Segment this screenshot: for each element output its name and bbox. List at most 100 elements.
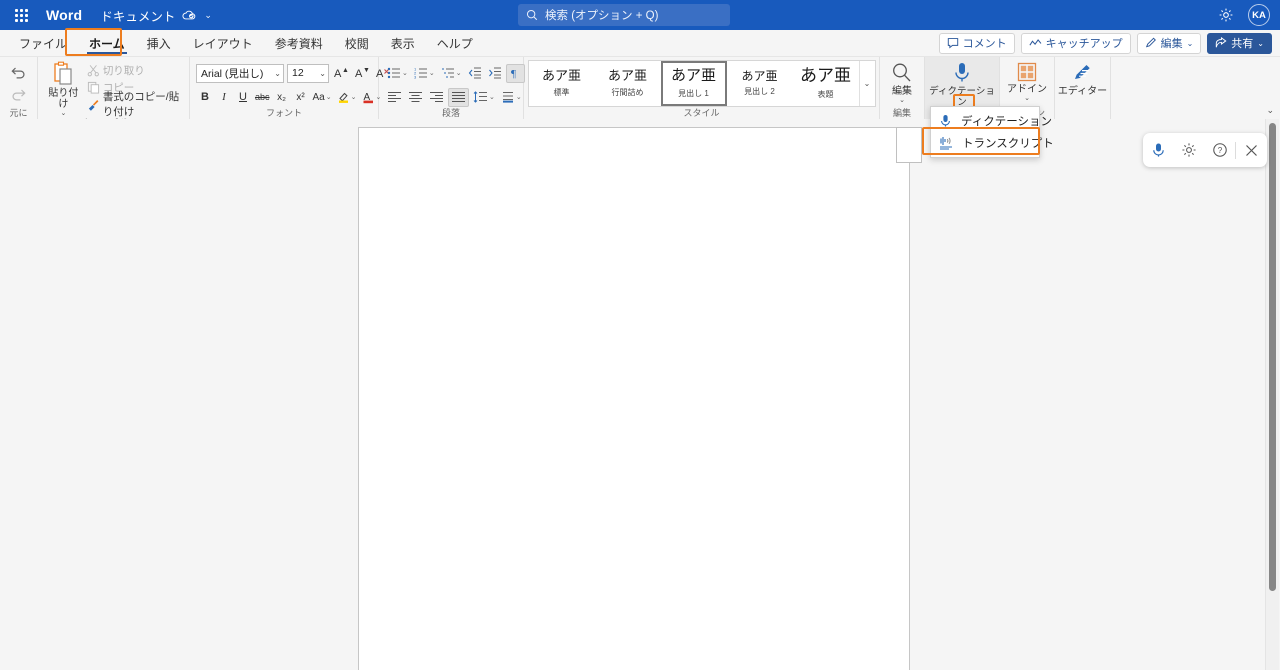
cut-label: 切り取り [102, 64, 145, 77]
paragraph-row-2: ⌄ ⌄ [385, 87, 544, 107]
shading-button[interactable]: ⌄ [499, 88, 524, 107]
tab-label: 校閲 [344, 36, 369, 51]
align-right-button[interactable] [427, 88, 446, 107]
chevron-down-icon[interactable]: ⌄ [60, 110, 66, 117]
multilevel-list-button[interactable]: ⌄ [439, 64, 464, 83]
underline-button[interactable]: U [234, 88, 252, 107]
style-item-heading-1[interactable]: あア亜 見出し 1 [660, 61, 727, 106]
italic-button[interactable]: I [215, 88, 233, 107]
tab-file[interactable]: ファイル [8, 30, 78, 56]
titlebar-right-controls: KA [1218, 0, 1270, 30]
styles-more-chevron-icon[interactable]: ⌄ [858, 61, 875, 106]
font-name-combo[interactable]: Arial (見出し) ⌄ [196, 63, 284, 83]
format-painter-button[interactable]: 書式のコピー/貼り付け [87, 91, 183, 118]
search-box[interactable]: 検索 (オプション + Q) [518, 4, 730, 26]
tab-home[interactable]: ホーム [78, 30, 136, 56]
app-launcher-icon[interactable] [10, 4, 32, 26]
ribbon-group-font: Arial (見出し) ⌄ 12 ⌄ A ▲ A ▼ A B I U abc x₂ … [190, 57, 389, 119]
microphone-icon[interactable] [1143, 133, 1174, 167]
shrink-font-button[interactable]: A ▼ [353, 64, 371, 83]
chevron-down-icon: ⌄ [350, 94, 357, 101]
clipboard-small-commands: 切り取り コピー 書式のコピー/貼り付け [87, 59, 183, 118]
font-name-value: Arial (見出し) [201, 67, 264, 80]
style-item-no-spacing[interactable]: あア亜 行間詰め [595, 61, 661, 106]
document-title-chevron-icon[interactable]: ⌄ [204, 10, 212, 21]
grow-font-button[interactable]: A ▲ [332, 64, 350, 83]
tab-help[interactable]: ヘルプ [426, 30, 484, 56]
menu-item-dictation[interactable]: ディクテーション [931, 110, 1052, 132]
style-item-title[interactable]: あア亜 表題 [793, 61, 859, 106]
chevron-down-icon: ⌄ [1186, 38, 1194, 48]
redo-icon[interactable] [8, 84, 30, 104]
ribbon: 元に戻す 貼り付け ⌄ 切り取り [0, 57, 1280, 130]
microphone-icon [939, 114, 952, 128]
subscript-button[interactable]: x₂ [273, 88, 291, 107]
editing-mode-button[interactable]: 編集 ⌄ [1136, 32, 1202, 54]
copy-icon [87, 81, 100, 94]
svg-text:3: 3 [414, 75, 417, 80]
share-button[interactable]: 共有 ⌄ [1207, 32, 1272, 54]
vertical-scrollbar[interactable] [1265, 119, 1279, 670]
chevron-down-icon: ⌄ [515, 94, 522, 101]
tab-insert[interactable]: 挿入 [136, 30, 182, 56]
avatar[interactable]: KA [1248, 4, 1270, 26]
bold-button[interactable]: B [196, 88, 214, 107]
decrease-indent-button[interactable] [466, 64, 484, 83]
catchup-button[interactable]: キャッチアップ [1020, 32, 1131, 54]
font-size-combo[interactable]: 12 ⌄ [287, 63, 329, 83]
comments-button[interactable]: コメント [938, 32, 1015, 54]
magnifier-icon [890, 61, 914, 85]
editing-button[interactable]: 編集 ⌄ [882, 59, 922, 104]
close-icon[interactable] [1236, 133, 1267, 167]
dictation-floating-toolbar: ? [1143, 133, 1267, 167]
align-center-button[interactable] [406, 88, 425, 107]
scrollbar-thumb[interactable] [1269, 123, 1276, 591]
menu-item-label: ディクテーション [961, 116, 1052, 128]
tab-label: 表示 [390, 36, 415, 51]
undo-icon[interactable] [8, 62, 30, 82]
numbering-button[interactable]: 1 2 3 ⌄ [412, 64, 437, 83]
increase-indent-button[interactable] [486, 64, 504, 83]
line-spacing-button[interactable]: ⌄ [471, 88, 497, 107]
style-name: 標準 [553, 87, 570, 97]
tab-view[interactable]: 表示 [380, 30, 426, 56]
format-painter-label: 書式のコピー/貼り付け [102, 91, 180, 118]
style-item-normal[interactable]: あア亜 標準 [529, 61, 595, 106]
change-case-button[interactable]: Aa ⌄ [311, 88, 334, 107]
cloud-sync-icon[interactable] [182, 9, 196, 21]
justify-button[interactable] [448, 87, 469, 107]
search-placeholder-text: 検索 (オプション + Q) [545, 10, 659, 22]
bullets-button[interactable]: ⌄ [385, 64, 410, 83]
addins-grid-icon [1016, 61, 1038, 83]
paste-icon [50, 61, 76, 87]
document-page[interactable] [358, 127, 910, 670]
help-icon[interactable]: ? [1205, 133, 1236, 167]
gear-icon[interactable] [1218, 7, 1234, 23]
ribbon-collapse-chevron-icon[interactable]: ⌄ [1266, 105, 1274, 116]
svg-text:A: A [334, 68, 342, 80]
align-left-button[interactable] [385, 88, 404, 107]
chevron-down-icon: ⌄ [274, 68, 281, 78]
style-name: 行間詰め [611, 87, 644, 97]
chevron-down-icon[interactable]: ⌄ [899, 97, 905, 104]
chevron-down-icon[interactable]: ⌄ [1024, 95, 1030, 102]
editor-button[interactable]: エディター [1058, 59, 1108, 97]
document-title[interactable]: ドキュメント [100, 6, 175, 25]
chevron-down-icon: ⌄ [402, 70, 408, 77]
strikethrough-button[interactable]: abc [253, 88, 272, 107]
menu-item-transcript[interactable]: トランスクリプト [931, 132, 1054, 154]
chevron-down-icon: ⌄ [319, 68, 326, 78]
text-highlight-button[interactable]: ⌄ [335, 88, 359, 107]
tab-layout[interactable]: レイアウト [182, 30, 264, 56]
style-item-heading-2[interactable]: あア亜 見出し 2 [727, 61, 793, 106]
cut-button[interactable]: 切り取り [87, 62, 183, 78]
superscript-button[interactable]: x² [292, 88, 310, 107]
document-area[interactable] [0, 119, 1280, 670]
tab-references[interactable]: 参考資料 [264, 30, 334, 56]
addins-button[interactable]: アドイン ⌄ [1003, 59, 1051, 102]
tab-review[interactable]: 校閲 [334, 30, 380, 56]
paste-button[interactable]: 貼り付け ⌄ [44, 59, 83, 117]
gear-icon[interactable] [1174, 133, 1205, 167]
show-formatting-marks-button[interactable]: ¶ [505, 63, 525, 83]
style-preview: あア亜 [741, 68, 778, 83]
